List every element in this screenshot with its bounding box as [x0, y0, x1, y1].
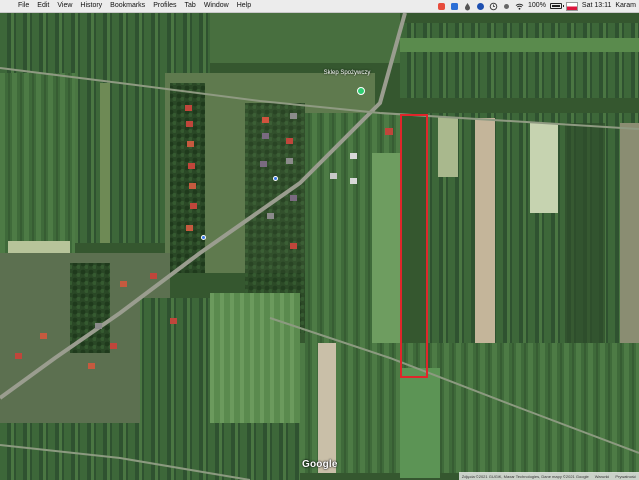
field	[400, 38, 639, 52]
menu-bookmarks[interactable]: Bookmarks	[106, 0, 149, 12]
menu-items: File Edit View History Bookmarks Profile…	[14, 0, 255, 12]
field-strip	[100, 83, 110, 243]
clock-icon[interactable]	[489, 2, 498, 11]
attribution-imagery: Zdjęcia ©2021 GUGiK, Maxar Technologies,…	[461, 473, 589, 479]
app-circle-icon[interactable]	[476, 2, 485, 11]
field	[0, 73, 75, 253]
field	[75, 73, 170, 243]
privacy-link[interactable]: Prywatność	[615, 474, 636, 479]
field	[210, 13, 400, 63]
menu-edit[interactable]: Edit	[33, 0, 53, 12]
flag-icon[interactable]	[565, 1, 578, 11]
menu-bar: File Edit View History Bookmarks Profile…	[0, 0, 639, 13]
field	[300, 343, 639, 473]
shop-pin-icon[interactable]	[357, 87, 365, 95]
menubar-user[interactable]: Karam	[615, 0, 636, 12]
menu-view[interactable]: View	[53, 0, 76, 12]
droplet-icon[interactable]	[463, 2, 472, 11]
road-marker-icon[interactable]	[273, 176, 278, 181]
parcel-highlight-rectangle	[400, 114, 428, 378]
field	[0, 423, 300, 480]
app-blue-icon[interactable]	[450, 2, 459, 11]
menu-tab[interactable]: Tab	[181, 0, 200, 12]
wifi-icon[interactable]	[515, 2, 524, 11]
field	[620, 123, 639, 373]
satellite-imagery	[0, 13, 639, 480]
app-red-icon[interactable]	[437, 2, 446, 11]
status-tray: 100% Sat 13:11 Karam	[437, 0, 639, 12]
field	[400, 23, 639, 98]
menu-window[interactable]: Window	[200, 0, 233, 12]
terms-link[interactable]: Warunki	[595, 474, 610, 479]
app-small-icon[interactable]	[502, 2, 511, 11]
map-attribution: Zdjęcia ©2021 GUGiK, Maxar Technologies,…	[458, 472, 639, 480]
field-bare	[438, 117, 458, 177]
tree-line	[70, 263, 110, 353]
road-marker-icon[interactable]	[201, 235, 206, 240]
menu-profiles[interactable]: Profiles	[149, 0, 180, 12]
google-logo: Google	[302, 459, 338, 470]
field-bare	[530, 123, 558, 213]
menu-history[interactable]: History	[76, 0, 106, 12]
field	[0, 13, 210, 73]
menubar-clock[interactable]: Sat 13:11	[582, 0, 611, 12]
satellite-map[interactable]: Sklep Spożywczy Google Zdjęcia ©2021 GUG…	[0, 13, 639, 480]
field	[400, 368, 440, 478]
battery-icon[interactable]	[549, 3, 564, 9]
menu-help[interactable]: Help	[233, 0, 255, 12]
menu-file[interactable]: File	[14, 0, 33, 12]
battery-percent: 100%	[528, 2, 546, 9]
tree-line	[170, 83, 205, 273]
field	[372, 153, 400, 353]
field-bare	[318, 343, 336, 473]
place-label[interactable]: Sklep Spożywczy	[312, 70, 382, 76]
